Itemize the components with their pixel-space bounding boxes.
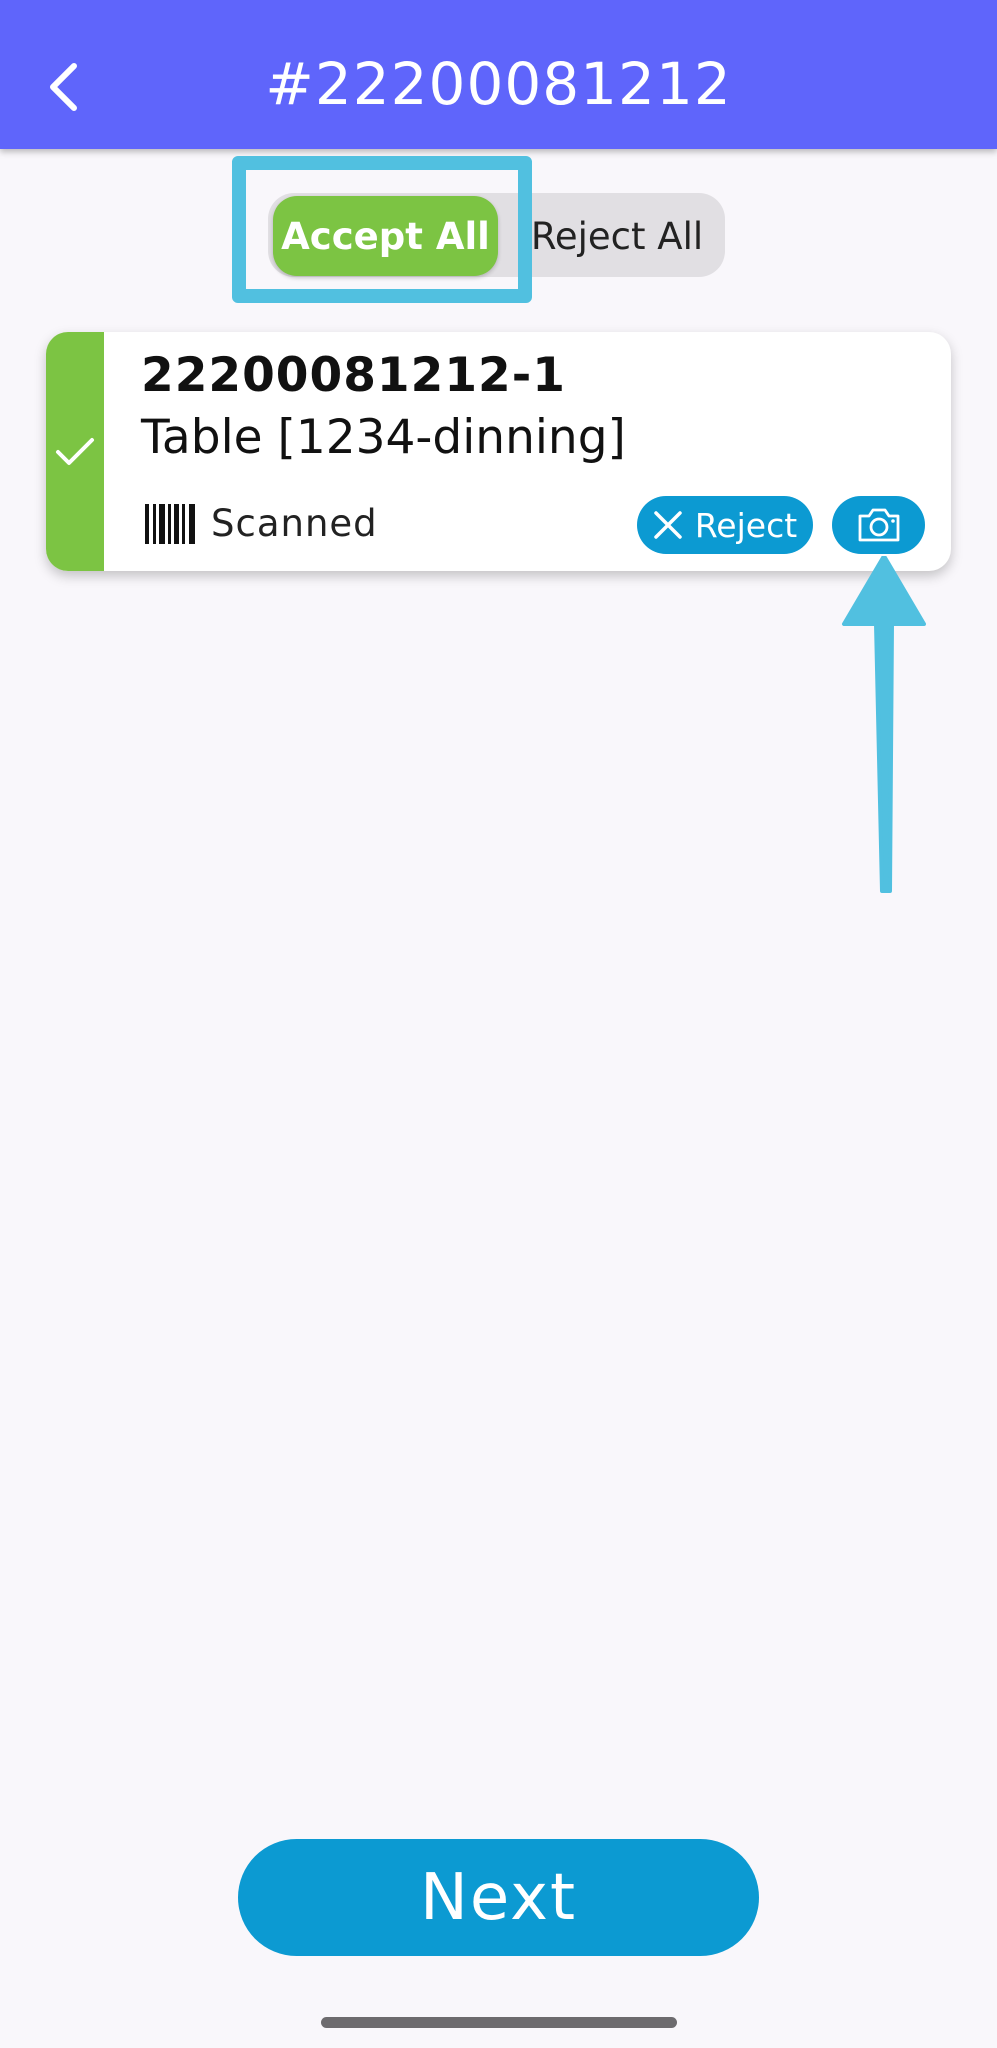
scan-status: Scanned: [145, 502, 378, 545]
reject-button[interactable]: Reject: [637, 496, 813, 554]
camera-button[interactable]: [832, 496, 925, 554]
list-item: 22200081212-1 Table [1234-dinning] Scann…: [46, 332, 951, 571]
next-button[interactable]: Next: [238, 1839, 759, 1956]
item-status-strip: [46, 332, 104, 571]
page-title: #22200081212: [265, 50, 732, 118]
camera-icon: [858, 508, 899, 542]
barcode-icon: [145, 503, 195, 544]
home-indicator: [321, 2017, 677, 2028]
reject-all-button[interactable]: Reject All: [512, 196, 722, 276]
close-icon: [654, 511, 682, 539]
item-name: Table [1234-dinning]: [141, 410, 626, 465]
accept-all-button[interactable]: Accept All: [273, 196, 498, 276]
reject-button-label: Reject: [694, 505, 798, 545]
scan-status-label: Scanned: [211, 502, 378, 545]
pointer-arrow-annotation: [842, 556, 926, 893]
checkmark-icon: [56, 437, 94, 465]
item-id: 22200081212-1: [141, 348, 566, 403]
